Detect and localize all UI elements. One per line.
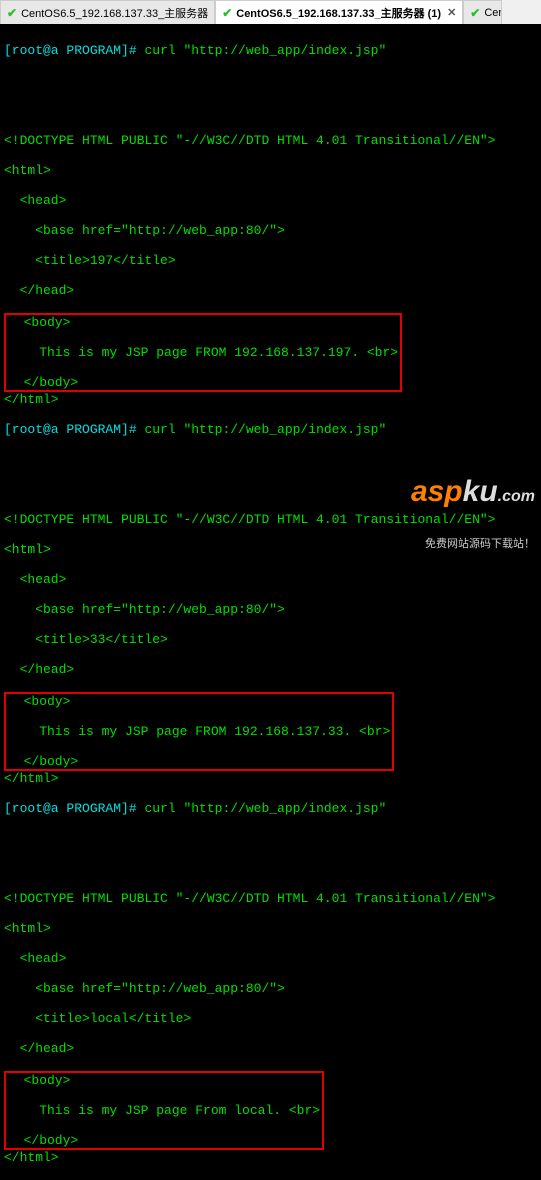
tab-label: CentOS6.5_192.168.137.33_主服务器 (21, 5, 208, 21)
output-line: <base href="http://web_app:80/"> (4, 981, 537, 996)
output-line: <html> (4, 542, 537, 557)
output-line: This is my JSP page FROM 192.168.137.33.… (8, 724, 390, 739)
output-line: <title>local</title> (4, 1011, 537, 1026)
output-line: <!DOCTYPE HTML PUBLIC "-//W3C//DTD HTML … (4, 512, 537, 527)
output-line: </head> (4, 662, 537, 677)
highlight-box: <body> This is my JSP page From local. <… (4, 1071, 324, 1150)
highlight-box: <body> This is my JSP page FROM 192.168.… (4, 313, 402, 392)
highlight-box: <body> This is my JSP page FROM 192.168.… (4, 692, 394, 771)
tab-label: CentOS6.5_192.168.137.33_主服务器 (1) (236, 5, 441, 21)
tab-bar: ✔ CentOS6.5_192.168.137.33_主服务器 ✔ CentOS… (0, 0, 541, 24)
close-icon[interactable]: ✕ (447, 6, 456, 19)
output-line: </html> (4, 392, 537, 407)
output-line: <title>33</title> (4, 632, 537, 647)
prompt: [root@a PROGRAM]# (4, 422, 137, 437)
tab-inactive[interactable]: ✔ CentOS6.5_192.168.137.33_主服务器 (0, 0, 215, 24)
prompt: [root@a PROGRAM]# (4, 801, 137, 816)
output-line: <head> (4, 572, 537, 587)
output-line: <title>197</title> (4, 253, 537, 268)
output-line: <body> (8, 315, 398, 330)
output-line: <body> (8, 694, 390, 709)
prompt: [root@a PROGRAM]# (4, 43, 137, 58)
tab-label: CentOS (484, 7, 502, 19)
output-line: </body> (8, 754, 390, 769)
output-line: <base href="http://web_app:80/"> (4, 223, 537, 238)
output-line: <html> (4, 921, 537, 936)
command-text: curl "http://web_app/index.jsp" (144, 801, 386, 816)
output-line: </body> (8, 375, 398, 390)
output-line: </head> (4, 283, 537, 298)
check-icon: ✔ (222, 6, 232, 20)
command-text: curl "http://web_app/index.jsp" (144, 422, 386, 437)
output-line: <head> (4, 193, 537, 208)
output-line: <!DOCTYPE HTML PUBLIC "-//W3C//DTD HTML … (4, 133, 537, 148)
output-line: <head> (4, 951, 537, 966)
tab-active[interactable]: ✔ CentOS6.5_192.168.137.33_主服务器 (1) ✕ (215, 0, 463, 24)
output-line: </html> (4, 771, 537, 786)
output-line: </html> (4, 1150, 537, 1165)
check-icon: ✔ (470, 6, 480, 20)
output-line: This is my JSP page From local. <br> (8, 1103, 320, 1118)
output-line: <base href="http://web_app:80/"> (4, 602, 537, 617)
check-icon: ✔ (7, 6, 17, 20)
output-line: </body> (8, 1133, 320, 1148)
output-line: <html> (4, 163, 537, 178)
output-line: </head> (4, 1041, 537, 1056)
terminal[interactable]: [root@a PROGRAM]# curl "http://web_app/i… (0, 24, 541, 590)
output-line: This is my JSP page FROM 192.168.137.197… (8, 345, 398, 360)
output-line: <body> (8, 1073, 320, 1088)
tab-partial[interactable]: ✔ CentOS (463, 0, 502, 24)
output-line: <!DOCTYPE HTML PUBLIC "-//W3C//DTD HTML … (4, 891, 537, 906)
command-text: curl "http://web_app/index.jsp" (144, 43, 386, 58)
